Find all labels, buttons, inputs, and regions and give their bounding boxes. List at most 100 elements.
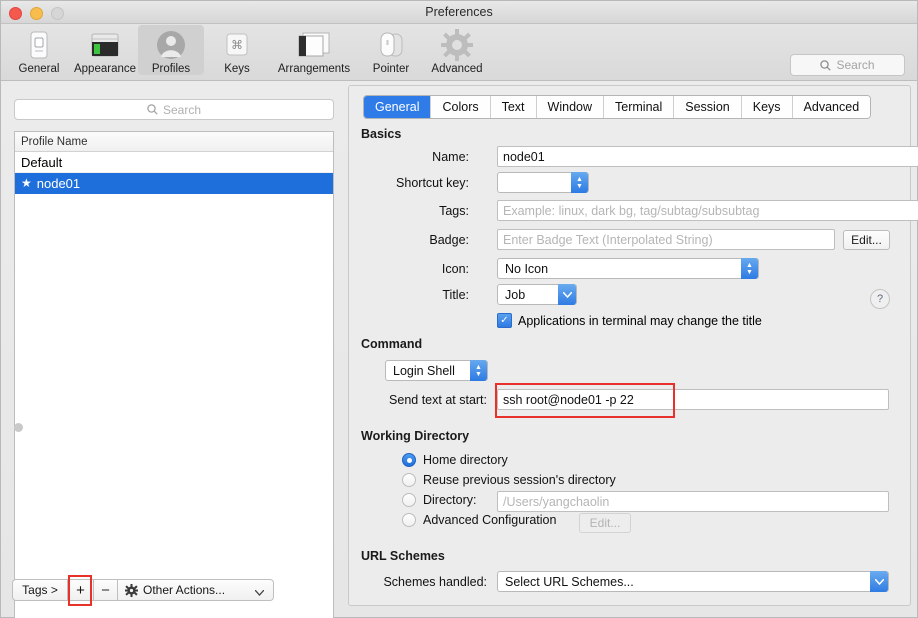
chevron-down-icon[interactable] [870, 571, 888, 592]
profile-search-input[interactable]: Search [14, 99, 334, 120]
tab-session[interactable]: Session [674, 96, 742, 118]
arrangements-icon [297, 28, 331, 62]
radio-unselected-icon[interactable] [402, 473, 416, 487]
toolbar-item-arrangements[interactable]: Arrangements [270, 25, 358, 75]
tags-placeholder: Example: linux, dark bg, tag/subtag/subs… [503, 203, 760, 218]
schemes-handled-label: Schemes handled: [383, 575, 487, 589]
badge-placeholder: Enter Badge Text (Interpolated String) [503, 232, 713, 247]
apps-change-title-checkbox-row[interactable]: ✓ Applications in terminal may change th… [497, 313, 762, 328]
search-icon [147, 104, 158, 115]
shortcut-key-popup[interactable]: ▲ ▼ [497, 172, 589, 193]
working-directory-heading: Working Directory [361, 429, 470, 443]
profiles-sidebar: Search Profile Name Default ★ node01 Tag… [1, 81, 346, 618]
radio-selected-icon[interactable] [402, 453, 416, 467]
other-actions-button[interactable]: Other Actions... [118, 579, 274, 601]
title-value: Job [505, 287, 526, 302]
preferences-toolbar: General Appearance Profiles ⌘ Keys Arran… [1, 24, 917, 81]
radio-reuse-previous-directory[interactable]: Reuse previous session's directory [402, 473, 616, 487]
apps-change-title-label: Applications in terminal may change the … [518, 313, 762, 328]
toolbar-item-advanced[interactable]: Advanced [424, 25, 490, 75]
radio-label: Home directory [423, 453, 508, 467]
radio-home-directory[interactable]: Home directory [402, 453, 508, 467]
toolbar-item-pointer[interactable]: Pointer [358, 25, 424, 75]
toolbar-label: Pointer [372, 63, 410, 75]
tab-colors[interactable]: Colors [431, 96, 491, 118]
advanced-configuration-edit-button: Edit... [579, 513, 631, 533]
command-mode-value: Login Shell [393, 363, 455, 378]
radio-directory[interactable]: Directory: [402, 493, 476, 507]
chevron-down-icon [254, 585, 265, 599]
schemes-handled-popup[interactable]: Select URL Schemes... [497, 571, 889, 592]
send-text-value: ssh root@node01 -p 22 [503, 392, 634, 407]
send-text-at-start-input[interactable]: ssh root@node01 -p 22 [497, 389, 889, 410]
tags-input[interactable]: Example: linux, dark bg, tag/subtag/subs… [497, 200, 918, 221]
radio-unselected-icon[interactable] [402, 493, 416, 507]
settings-tab-bar: General Colors Text Window Terminal Sess… [363, 95, 872, 119]
table-row[interactable]: ★ node01 [15, 173, 333, 194]
add-profile-button[interactable]: + [68, 579, 94, 601]
icon-label: Icon: [441, 262, 469, 276]
checkbox-checked-icon[interactable]: ✓ [497, 313, 512, 328]
title-bar: Preferences [1, 1, 917, 24]
gear-icon [125, 583, 138, 597]
command-mode-popup[interactable]: Login Shell ▲ ▼ [385, 360, 488, 381]
icon-popup[interactable]: No Icon ▲ ▼ [497, 258, 759, 279]
tab-keys[interactable]: Keys [741, 96, 793, 118]
icon-value: No Icon [505, 261, 549, 276]
radio-advanced-configuration[interactable]: Advanced Configuration [402, 513, 556, 527]
toolbar-item-general[interactable]: General [6, 25, 72, 75]
tab-terminal[interactable]: Terminal [604, 96, 675, 118]
toolbar-item-keys[interactable]: ⌘ Keys [204, 25, 270, 75]
badge-edit-button[interactable]: Edit... [843, 230, 890, 250]
title-pulldown[interactable]: Job [497, 284, 577, 305]
name-value: node01 [503, 149, 545, 164]
split-view-resize-handle[interactable] [14, 423, 23, 432]
toolbar-label: Profiles [151, 63, 191, 75]
tab-window[interactable]: Window [536, 96, 605, 118]
remove-profile-button[interactable]: − [94, 579, 118, 601]
profile-search-placeholder: Search [162, 102, 202, 117]
tab-text[interactable]: Text [490, 96, 537, 118]
name-input[interactable]: node01 [497, 146, 918, 167]
tags-button[interactable]: Tags > [12, 579, 68, 601]
profile-list-header[interactable]: Profile Name [15, 132, 333, 152]
stepper-arrows-icon[interactable]: ▲ ▼ [470, 360, 487, 381]
name-label: Name: [432, 150, 469, 164]
svg-text:⌘: ⌘ [231, 38, 243, 52]
stepper-arrows-icon[interactable]: ▲ ▼ [741, 258, 758, 279]
stepper-arrows-icon[interactable]: ▲ ▼ [571, 172, 588, 193]
toolbar-label: General [18, 63, 60, 75]
help-button[interactable]: ? [870, 289, 890, 309]
chevron-down-icon[interactable] [558, 284, 576, 305]
schemes-handled-value: Select URL Schemes... [505, 574, 634, 589]
radio-unselected-icon[interactable] [402, 513, 416, 527]
send-text-label: Send text at start: [389, 393, 487, 407]
radio-label: Directory: [423, 493, 477, 507]
shortcut-key-label: Shortcut key: [396, 176, 469, 190]
table-row[interactable]: Default [15, 152, 333, 173]
toolbar-label: Appearance [73, 63, 137, 75]
command-heading: Command [361, 337, 423, 351]
toolbar-item-profiles[interactable]: Profiles [138, 25, 204, 75]
search-icon [820, 59, 832, 71]
tab-advanced[interactable]: Advanced [792, 96, 871, 118]
profile-name: Default [21, 154, 63, 170]
radio-label: Advanced Configuration [423, 513, 557, 527]
directory-input[interactable]: /Users/yangchaolin [497, 491, 889, 512]
tags-label: Tags: [439, 204, 469, 218]
toolbar-search-placeholder: Search [836, 58, 875, 72]
general-icon [26, 28, 52, 62]
star-icon: ★ [21, 176, 32, 190]
basics-heading: Basics [361, 127, 402, 141]
toolbar-search-input[interactable]: Search [790, 54, 905, 76]
profile-list[interactable]: Profile Name Default ★ node01 [14, 131, 334, 618]
other-actions-label: Other Actions... [143, 583, 226, 597]
directory-placeholder: /Users/yangchaolin [503, 494, 610, 509]
tab-general[interactable]: General [364, 96, 432, 118]
radio-label: Reuse previous session's directory [423, 473, 616, 487]
pointer-icon [377, 28, 405, 62]
badge-input[interactable]: Enter Badge Text (Interpolated String) [497, 229, 835, 250]
toolbar-label: Advanced [431, 63, 483, 75]
toolbar-item-appearance[interactable]: Appearance [72, 25, 138, 75]
advanced-icon [441, 28, 473, 62]
